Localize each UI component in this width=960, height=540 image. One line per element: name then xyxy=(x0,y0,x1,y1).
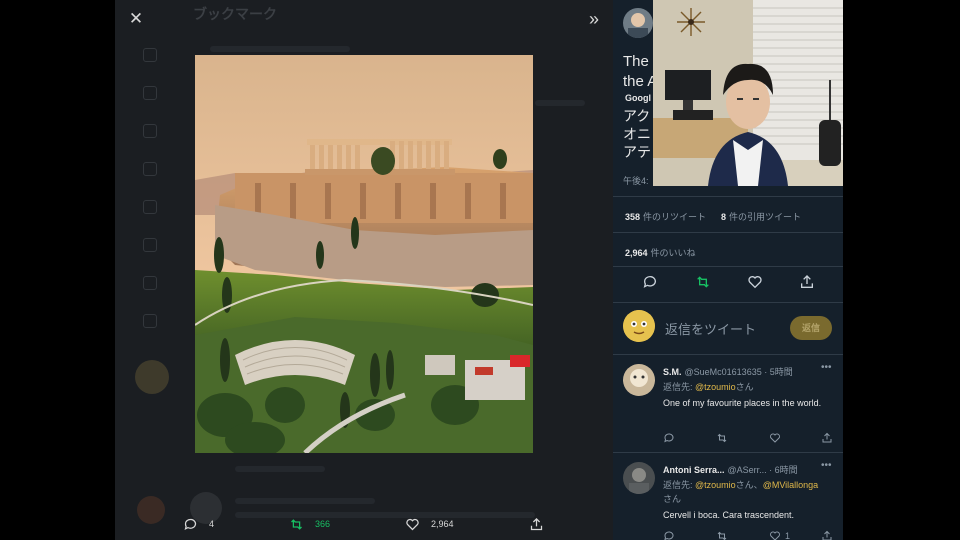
divider xyxy=(613,266,843,267)
likes-count: 2,964 xyxy=(625,248,648,258)
reply-text: One of my favourite places in the world. xyxy=(663,398,822,408)
retweet-icon[interactable] xyxy=(716,432,728,444)
reply-input[interactable]: 返信をツイート xyxy=(665,319,756,338)
retweet-icon[interactable] xyxy=(716,530,728,540)
mention-link[interactable]: @MVilallonga xyxy=(763,480,819,490)
share-icon[interactable] xyxy=(821,432,833,444)
tweet-timestamp[interactable]: 午後4: xyxy=(623,174,649,187)
background-nav xyxy=(143,48,163,352)
divider xyxy=(613,452,843,453)
reply-text: Cervell i boca. Cara trascendent. xyxy=(663,510,795,520)
reply-actions: 1 xyxy=(663,530,838,540)
reply-icon[interactable] xyxy=(663,530,675,540)
share-icon[interactable] xyxy=(821,530,833,540)
own-avatar xyxy=(623,310,655,342)
webcam-video xyxy=(653,0,843,186)
mention-separator: さん、 xyxy=(735,480,763,490)
more-icon[interactable]: ••• xyxy=(821,362,832,373)
mention-link[interactable]: @tzoumio xyxy=(695,382,736,392)
quotes-count: 8 xyxy=(721,212,727,222)
mention-suffix: さん xyxy=(663,494,682,504)
divider xyxy=(613,354,843,355)
reply-avatar[interactable] xyxy=(623,364,655,396)
quotes-label: 件の引用ツイート xyxy=(729,212,802,222)
background-line xyxy=(235,498,375,504)
close-button[interactable]: ✕ xyxy=(125,8,147,30)
acropolis-photo xyxy=(195,55,533,453)
reply-to-label: 返信先: xyxy=(663,382,696,392)
retweet-icon xyxy=(291,518,302,530)
quotes-stat[interactable]: 8 件の引用ツイート xyxy=(721,210,801,223)
divider xyxy=(613,232,843,233)
mention-link[interactable]: @tzoumio xyxy=(695,480,736,490)
reply-avatar[interactable] xyxy=(623,462,655,494)
reply-author-name: S.M. xyxy=(663,367,682,377)
reply-count: 4 xyxy=(209,519,215,529)
retweets-count: 358 xyxy=(625,212,641,222)
reply-icon xyxy=(184,518,197,530)
retweet-icon[interactable] xyxy=(695,274,711,290)
link-card-source: Googl xyxy=(625,93,651,103)
retweets-label: 件のリツイート xyxy=(643,212,707,222)
reply-to-label: 返信先: xyxy=(663,480,696,490)
divider xyxy=(613,302,843,303)
reply-like-count: 1 xyxy=(785,531,791,540)
expand-panel-button[interactable]: » xyxy=(583,8,605,30)
background-avatar xyxy=(137,496,165,524)
heart-icon[interactable] xyxy=(769,530,781,540)
reply-submit-button[interactable]: 返信 xyxy=(790,316,832,340)
tweet-photo[interactable] xyxy=(195,55,533,453)
background-avatar xyxy=(135,360,169,394)
share-icon xyxy=(530,517,543,530)
divider xyxy=(613,196,843,197)
tweet-actions xyxy=(613,274,843,294)
reply-author-handle: @SueMc01613635 · 5時間 xyxy=(684,367,793,377)
more-icon[interactable]: ••• xyxy=(821,460,832,471)
share-action[interactable] xyxy=(529,512,555,536)
like-count: 2,964 xyxy=(431,519,454,529)
reply-icon[interactable] xyxy=(642,274,658,290)
reply-author[interactable]: Antoni Serra... @ASerr... · 6時間 xyxy=(663,463,798,476)
heart-icon[interactable] xyxy=(747,274,763,290)
tweet-action-bar: 4 366 2,964 xyxy=(175,512,555,536)
reply-author-handle: @ASerr... · 6時間 xyxy=(727,465,798,475)
background-line xyxy=(535,100,585,106)
retweet-count: 366 xyxy=(315,519,331,529)
likes-stat[interactable]: 2,964 件のいいね xyxy=(625,246,696,259)
screen: ブックマーク ✕ » 4 366 2,964 The the Googl アク … xyxy=(0,0,960,540)
reply-author[interactable]: S.M. @SueMc01613635 · 5時間 xyxy=(663,365,793,378)
reply-to-line: 返信先: @tzoumioさん xyxy=(663,380,838,394)
retweets-stat[interactable]: 358 件のリツイート xyxy=(625,210,706,223)
background-header: ブックマーク xyxy=(193,6,277,22)
reply-tweet[interactable]: S.M. @SueMc01613635 · 5時間 ••• 返信先: @tzoum… xyxy=(613,356,843,452)
like-action[interactable]: 2,964 xyxy=(405,512,454,536)
reply-to-line: 返信先: @tzoumioさん、@MVilallonga さん xyxy=(663,478,838,506)
reply-icon[interactable] xyxy=(663,432,675,444)
reply-composer: 返信をツイート 返信 xyxy=(623,310,833,346)
author-avatar[interactable] xyxy=(623,8,653,38)
mention-suffix: さん xyxy=(735,382,754,392)
reply-actions xyxy=(663,432,838,446)
share-icon[interactable] xyxy=(799,274,815,290)
retweet-action[interactable]: 366 xyxy=(289,512,330,536)
background-line xyxy=(210,46,350,52)
reply-tweet[interactable]: Antoni Serra... @ASerr... · 6時間 ••• 返信先: … xyxy=(613,454,843,540)
webcam-overlay xyxy=(653,0,843,186)
reply-action[interactable]: 4 xyxy=(183,512,214,536)
heart-icon xyxy=(406,518,419,530)
reply-author-name: Antoni Serra... xyxy=(663,465,725,475)
heart-icon[interactable] xyxy=(769,432,781,444)
likes-label: 件のいいね xyxy=(650,248,696,258)
background-line xyxy=(235,466,325,472)
